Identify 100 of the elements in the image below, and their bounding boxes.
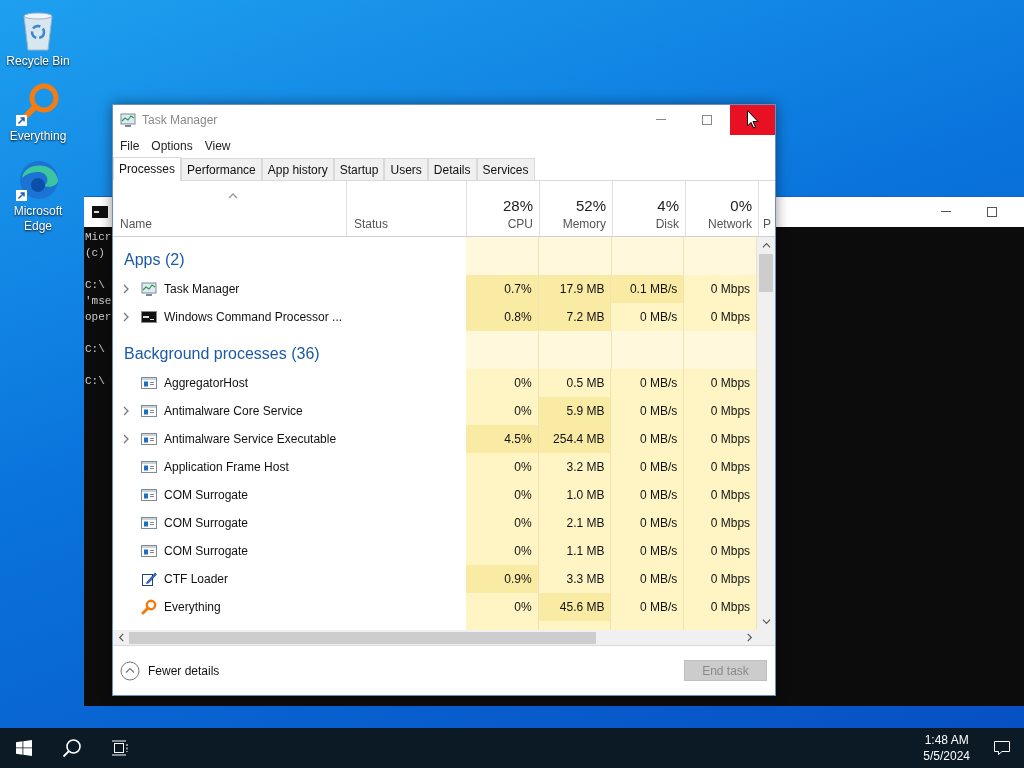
table-cell: 0 MB/s [611, 425, 685, 453]
expand-chevron-icon[interactable] [121, 312, 131, 322]
sort-caret-icon [228, 191, 238, 201]
minimize-icon [656, 119, 666, 121]
process-row[interactable]: Everything 0% 45.6 MB 0 MB/s 0 Mbps [113, 593, 758, 621]
clock[interactable]: 1:48 AM 5/5/2024 [917, 728, 976, 768]
desktop-icon-label[interactable]: Microsoft Edge [2, 204, 74, 234]
process-row[interactable]: COM Surrogate 0% 1.1 MB 0 MB/s 0 Mbps [113, 537, 758, 565]
table-cell: 0 Mbps [684, 453, 758, 481]
vertical-scrollbar[interactable] [757, 237, 775, 630]
tab[interactable]: Processes [113, 157, 182, 181]
menu-item[interactable]: Options [146, 137, 198, 155]
column-header[interactable]: 4% Disk [613, 181, 686, 236]
table-cell: 0.7% [465, 275, 539, 303]
column-header[interactable]: 28% CPU [467, 181, 540, 236]
column-header[interactable]: Status [347, 181, 467, 236]
table-cell: 0 MB/s [611, 537, 685, 565]
menu-item[interactable]: View [199, 137, 236, 155]
column-header[interactable]: P [759, 181, 775, 236]
table-cell: 4.5% [465, 425, 539, 453]
process-name: COM Surrogate [164, 487, 249, 504]
table-cell: 0 Mbps [684, 593, 758, 621]
column-header[interactable]: Name [113, 181, 347, 236]
table-cell: 0 MB/s [611, 481, 685, 509]
table-cell: 0 Mbps [684, 425, 758, 453]
table-cell: 0 Mbps [684, 275, 758, 303]
table-cell: 0.1 MB/s [611, 275, 685, 303]
menu-item[interactable]: File [115, 137, 145, 155]
table-cell: 3.2 MB [538, 453, 612, 481]
process-name: COM Surrogate [164, 543, 249, 560]
table-cell: 254.4 MB [538, 425, 612, 453]
tab[interactable]: App history [261, 158, 334, 180]
expand-chevron-icon[interactable] [121, 434, 131, 444]
close-button[interactable] [730, 105, 775, 135]
monitor-chart-icon [141, 281, 157, 297]
process-row[interactable]: AggregatorHost 0% 0.5 MB 0 MB/s 0 Mbps [113, 369, 758, 397]
table-cell: 0 Mbps [684, 481, 758, 509]
process-name: Task Manager [164, 281, 240, 298]
table-cell: 0.8% [465, 303, 539, 331]
expand-chevron-icon[interactable] [121, 284, 131, 294]
monitor-chart-icon [120, 112, 136, 128]
tab[interactable]: Details [427, 158, 477, 180]
table-cell: 0 MB/s [611, 453, 685, 481]
fewer-details-button[interactable]: Fewer details [120, 660, 220, 681]
console-text: (c) [85, 246, 105, 261]
console-text: 'mse [85, 294, 112, 309]
group-header: Background processes (36) [124, 344, 320, 364]
table-cell: 0% [465, 453, 539, 481]
window-icon [141, 515, 157, 531]
scrollbar-thumb[interactable] [759, 254, 773, 292]
horizontal-scrollbar[interactable] [113, 630, 758, 645]
scrollbar-thumb[interactable] [129, 631, 596, 644]
console-text: C:\ [85, 374, 105, 389]
scroll-left-icon[interactable] [116, 633, 126, 642]
column-header[interactable]: 0% Network [686, 181, 759, 236]
table-cell: 0% [465, 537, 539, 565]
terminal-icon [141, 309, 157, 325]
process-row[interactable]: Application Frame Host 0% 3.2 MB 0 MB/s 0 Mbps [113, 453, 758, 481]
process-name: Windows Command Processor ... [164, 309, 343, 326]
scroll-down-icon[interactable] [761, 617, 771, 626]
table-cell: 0 Mbps [684, 509, 758, 537]
process-row[interactable]: Antimalware Service Executable 4.5% 254.4 MB 0 MB/s 0 Mbps [113, 425, 758, 453]
window-icon [141, 375, 157, 391]
table-cell: 0.9% [465, 565, 539, 593]
maximize-icon [702, 115, 712, 125]
console-text: C:\ [85, 342, 105, 357]
process-row[interactable]: Windows Command Processor ... 0.8% 7.2 MB 0 MB/s 0 Mbps [113, 303, 758, 331]
process-row[interactable]: COM Surrogate 0% 2.1 MB 0 MB/s 0 Mbps [113, 509, 758, 537]
table-cell: 0 MB/s [611, 303, 685, 331]
process-row[interactable]: Task Manager 0.7% 17.9 MB 0.1 MB/s 0 Mbps [113, 275, 758, 303]
search-icon [62, 738, 82, 758]
table-cell: 0.5 MB [538, 369, 612, 397]
scroll-up-icon[interactable] [761, 241, 771, 250]
scroll-right-icon[interactable] [744, 633, 754, 642]
table-cell: 0% [465, 369, 539, 397]
table-cell: 0 MB/s [611, 509, 685, 537]
table-cell: 0% [465, 509, 539, 537]
process-name: Application Frame Host [164, 459, 289, 476]
process-name: Antimalware Service Executable [164, 431, 337, 448]
tab[interactable]: Users [384, 158, 428, 180]
minimize-icon [941, 211, 951, 213]
tab[interactable]: Performance [181, 158, 262, 180]
process-name: COM Surrogate [164, 515, 249, 532]
console-text: C:\ [85, 278, 105, 293]
console-text: oper [85, 310, 112, 325]
column-header[interactable]: 52% Memory [540, 181, 613, 236]
table-cell: 0% [465, 481, 539, 509]
process-row[interactable]: CTF Loader 0.9% 3.3 MB 0 MB/s 0 Mbps [113, 565, 758, 593]
tab[interactable]: Startup [333, 158, 385, 180]
window-icon [141, 459, 157, 475]
expand-chevron-icon[interactable] [121, 406, 131, 416]
table-cell: 3.3 MB [538, 565, 612, 593]
table-cell: 2.1 MB [538, 509, 612, 537]
terminal-icon [92, 205, 108, 219]
speech-bubble-icon [994, 740, 1010, 756]
tab[interactable]: Services [476, 158, 535, 180]
table-cell: 17.9 MB [538, 275, 612, 303]
magnifier-icon [141, 599, 157, 615]
process-row[interactable]: COM Surrogate 0% 1.0 MB 0 MB/s 0 Mbps [113, 481, 758, 509]
process-row[interactable]: Antimalware Core Service 0% 5.9 MB 0 MB/s 0 Mbps [113, 397, 758, 425]
